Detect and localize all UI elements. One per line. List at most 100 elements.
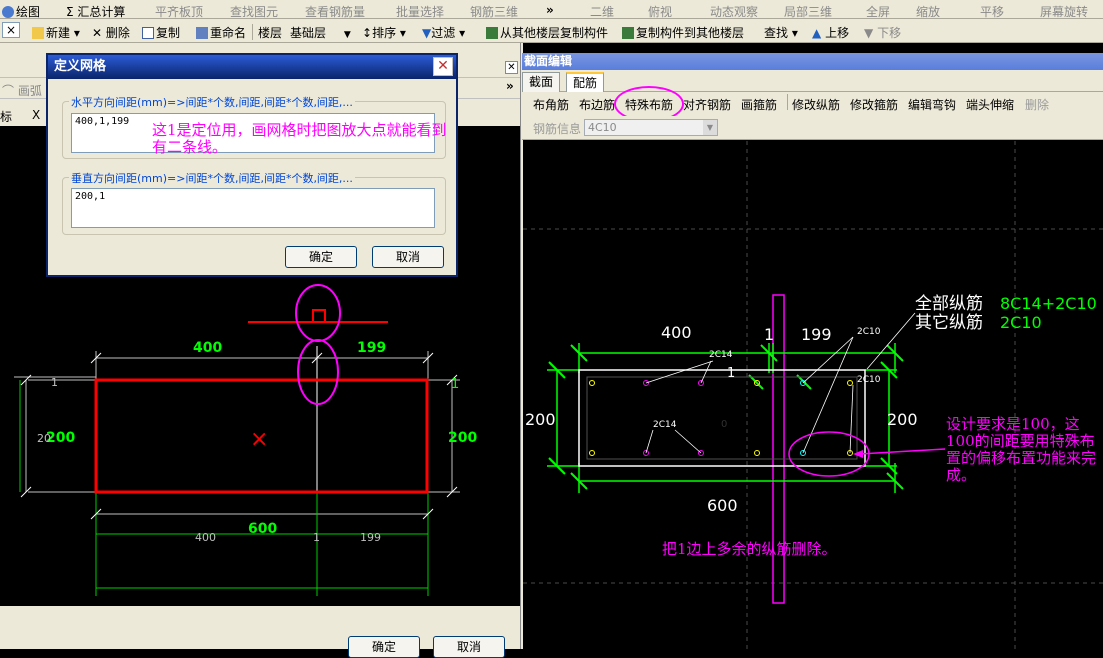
move-up-button[interactable]: ▲ 上移	[812, 24, 849, 41]
draw-stirrup-button[interactable]: 画箍筋	[741, 96, 777, 113]
align-slab-top-button[interactable]: 平齐板顶	[155, 3, 203, 20]
draw-icon	[2, 6, 14, 18]
mark-1-left: 1	[51, 376, 58, 389]
filter-icon: ▼	[422, 26, 432, 40]
rename-button[interactable]: 重命名	[196, 24, 246, 41]
batch-select-button[interactable]: 批量选择	[396, 3, 444, 20]
dim-label-400: 400	[193, 340, 222, 356]
rebar-info-select[interactable]: 4C10 ▼	[584, 119, 718, 136]
corner-rebar-button[interactable]: 布角筋	[533, 96, 569, 113]
center-x-icon: ×	[250, 427, 268, 452]
view-2d-select[interactable]: 二维	[590, 3, 614, 20]
dialog-close-button[interactable]: ✕	[433, 57, 453, 76]
find-element-button[interactable]: 查找图元	[230, 3, 278, 20]
end-extend-button[interactable]: 端头伸缩	[966, 96, 1014, 113]
rebar-point[interactable]	[589, 450, 595, 456]
sort-button[interactable]: ↕排序 ▾	[362, 24, 406, 41]
bottom-cancel-button[interactable]: 取消	[433, 636, 505, 658]
edit-longitudinal-button[interactable]: 修改纵筋	[792, 96, 840, 113]
define-grid-dialog: 定义网格 ✕ 水平方向间距(mm)=>间距*个数,间距,间距*个数,间距,...…	[46, 53, 458, 277]
edit-stirrup-button[interactable]: 修改箍筋	[850, 96, 898, 113]
leader-line	[645, 429, 654, 454]
vertical-spacing-label: 垂直方向间距(mm)=>间距*个数,间距,间距*个数,间距,...	[69, 170, 355, 186]
new-button[interactable]: 新建 ▾	[32, 24, 80, 41]
section-drawing-canvas[interactable]: 400 1 199 200 200 600 2C14 2C14 2C10 2C1…	[523, 141, 1103, 649]
dim-label-200-overlap: 20	[37, 432, 51, 445]
leader-line	[674, 429, 702, 454]
bottom-ok-button[interactable]: 确定	[348, 636, 420, 658]
view-rebar-button[interactable]: 查看钢筋量	[305, 3, 365, 20]
dynamic-observe-button[interactable]: 动态观察	[710, 3, 758, 20]
edit-hook-button[interactable]: 编辑弯钩	[908, 96, 956, 113]
find-button[interactable]: 查找 ▾	[764, 24, 798, 41]
expand-chevron-icon[interactable]: »	[506, 79, 514, 93]
rebar-point[interactable]	[589, 380, 595, 386]
vertical-spacing-group: 垂直方向间距(mm)=>间距*个数,间距,间距*个数,间距,... 200,1	[62, 170, 446, 235]
top-toolbar: 绘图 Σ 汇总计算 平齐板顶 查找图元 查看钢筋量 批量选择 钢筋三维 » 二维…	[0, 0, 1103, 19]
annotation-arrow	[858, 448, 946, 455]
dim-label-199: 199	[801, 325, 832, 344]
all-longitudinal-value: 8C14+2C10	[1000, 294, 1097, 313]
stirrup-outline	[586, 376, 858, 460]
screen-rotate-button[interactable]: 屏幕旋转	[1040, 3, 1088, 20]
floor-select[interactable]: 基础层 ▼	[290, 24, 351, 41]
close-icon: ✕	[437, 58, 449, 74]
pan-button[interactable]: 平移	[980, 3, 1004, 20]
arrow-up-icon: ▲	[812, 26, 822, 40]
dim-label-bottom-1: 1	[313, 531, 320, 544]
tab-rebar[interactable]: 配筋	[566, 72, 605, 92]
copy-button[interactable]: 复制	[142, 24, 180, 41]
dim-label-200-left: 200	[525, 410, 556, 429]
copy-from-floor-button[interactable]: 从其他楼层复制构件	[486, 24, 608, 41]
dialog-cancel-button[interactable]: 取消	[372, 246, 444, 268]
vertical-spacing-input[interactable]: 200,1	[71, 188, 435, 228]
delete-rebar-button[interactable]: 删除	[1025, 96, 1049, 113]
section-editor-close-button[interactable]: ✕	[505, 61, 518, 74]
label-1: 1	[727, 366, 735, 381]
fullscreen-button[interactable]: 全屏	[866, 3, 890, 20]
edge-rebar-button[interactable]: 布边筋	[579, 96, 615, 113]
move-down-button[interactable]: ▼ 下移	[864, 24, 901, 41]
overflow-chevron-icon[interactable]: »	[546, 3, 554, 17]
dim-label-400: 400	[661, 323, 692, 342]
local-3d-button[interactable]: 局部三维	[784, 3, 832, 20]
rebar-point[interactable]	[754, 450, 760, 456]
rename-icon	[196, 27, 208, 39]
all-longitudinal-label: 全部纵筋	[915, 294, 983, 314]
delete-button[interactable]: ✕ 删除	[92, 24, 130, 41]
arrow-down-icon: ▼	[864, 26, 874, 40]
filter-button[interactable]: ▼过滤 ▾	[422, 24, 465, 41]
align-rebar-button[interactable]: 对齐钢筋	[683, 96, 731, 113]
annotation-bottom: 把1边上多余的纵筋删除。	[662, 540, 837, 558]
copy-to-floor-icon	[622, 27, 634, 39]
copy-to-floor-button[interactable]: 复制构件到其他楼层	[622, 24, 744, 41]
tab-section[interactable]: 截面	[522, 72, 561, 92]
dim-label-bottom-199: 199	[360, 531, 381, 544]
component-toolbar: × 新建 ▾ ✕ 删除 复制 重命名 楼层 基础层 ▼ ↕排序 ▾ ▼过滤 ▾ …	[0, 19, 1103, 43]
delete-icon: ✕	[92, 26, 103, 40]
dim-label-1: 1	[764, 325, 774, 344]
dim-label-bottom-400: 400	[195, 531, 216, 544]
dim-label-600: 600	[707, 496, 738, 515]
top-view-button[interactable]: 俯视	[648, 3, 672, 20]
draw-arc-button[interactable]: ⌒ 画弧	[2, 82, 42, 99]
new-icon	[32, 27, 44, 39]
arc-icon: ⌒	[2, 84, 15, 98]
dialog-ok-button[interactable]: 确定	[285, 246, 357, 268]
summary-calc-button[interactable]: Σ 汇总计算	[66, 3, 125, 20]
section-rectangle[interactable]	[578, 369, 866, 467]
rebar-point[interactable]	[847, 380, 853, 386]
rebar-3d-button[interactable]: 钢筋三维	[470, 3, 518, 20]
copy-icon	[142, 27, 154, 39]
close-icon[interactable]: ×	[2, 22, 20, 38]
draw-button[interactable]: 绘图	[2, 3, 40, 20]
leader-line	[802, 336, 854, 454]
left-bottom-bar: 确定 取消	[0, 606, 520, 658]
annotation-left: 这1是定位用，画网格时把图放大点就能看到有二条线。	[152, 121, 447, 156]
dim-label-199: 199	[357, 340, 386, 356]
label-0: 0	[721, 419, 727, 430]
zoom-button[interactable]: 缩放	[916, 3, 940, 20]
dim-label-200-right: 200	[448, 430, 477, 446]
highlight-ellipse	[295, 284, 341, 342]
close-icon: ✕	[507, 62, 516, 73]
